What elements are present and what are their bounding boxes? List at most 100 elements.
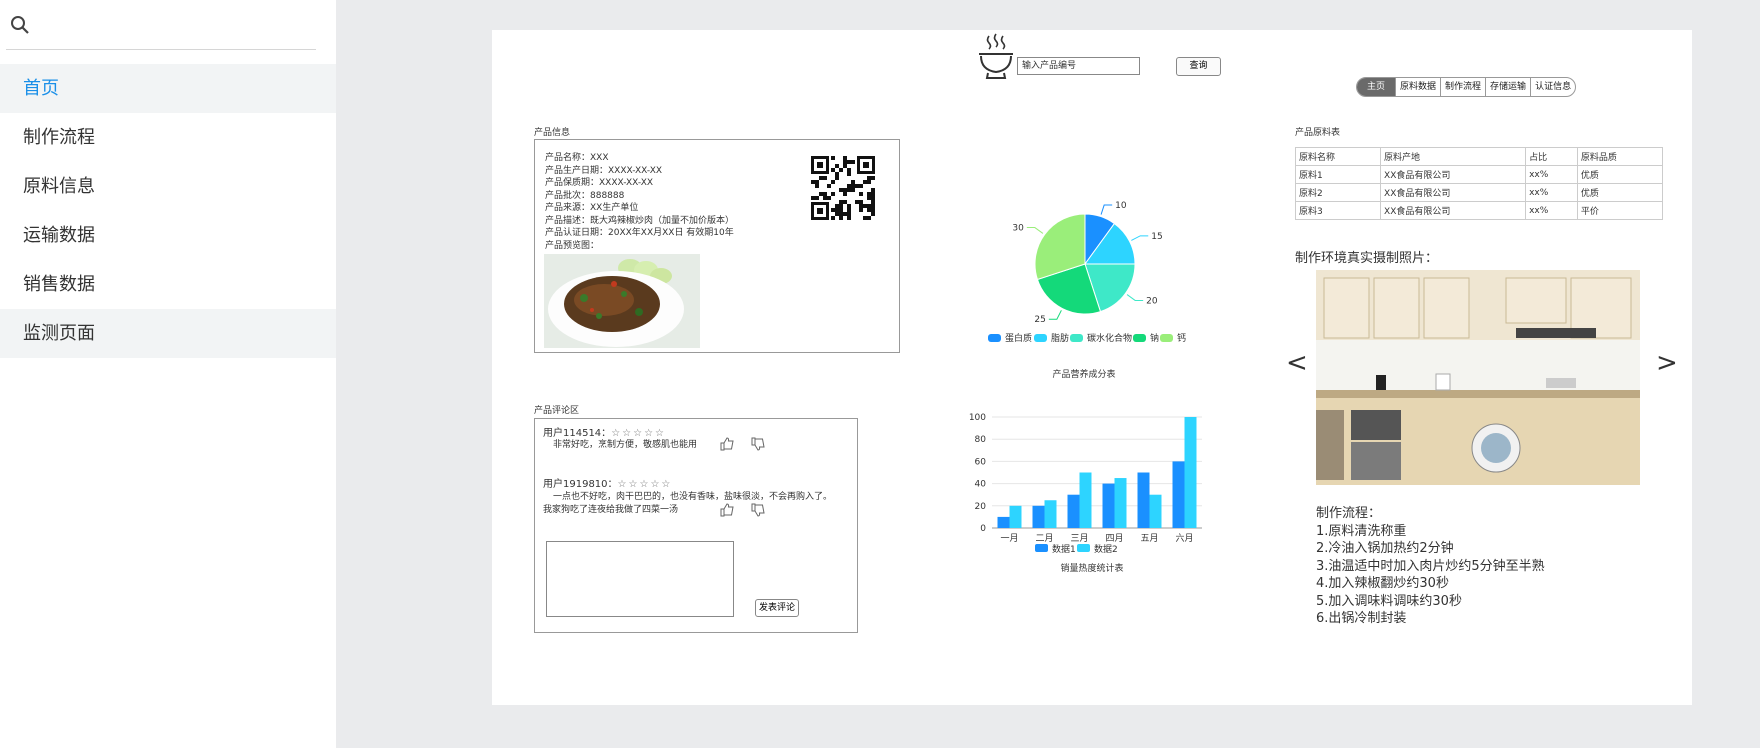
y-tick-label: 100: [969, 413, 986, 423]
legend-label[interactable]: 钠: [1150, 332, 1159, 344]
table-cell: 平价: [1576, 201, 1664, 220]
tab-process[interactable]: 制作流程: [1440, 78, 1485, 96]
comment-text-line: 我家狗吃了连夜给我做了四菜一汤: [543, 505, 679, 515]
bar[interactable]: [997, 516, 1010, 528]
nav-transport[interactable]: 运输数据: [0, 211, 336, 260]
product-info-lines: 产品名称：XXX 产品生产日期：XXXX-XX-XX 产品保质期：XXXX-XX…: [545, 152, 734, 252]
top-tabs: 主页 原料数据 制作流程 存储运输 认证信息: [1356, 77, 1577, 97]
table-cell: XX食品有限公司: [1380, 183, 1527, 202]
y-tick-label: 0: [980, 524, 986, 534]
y-tick-label: 80: [975, 435, 987, 445]
legend-swatch: [1034, 334, 1047, 342]
process-step: 4.加入辣椒翻炒约30秒: [1316, 576, 1449, 591]
tab-raw-data[interactable]: 原料数据: [1395, 78, 1440, 96]
nav-process[interactable]: 制作流程: [0, 113, 336, 162]
submit-comment-button[interactable]: 发表评论: [755, 599, 799, 617]
bar[interactable]: [1067, 494, 1080, 528]
tab-storage[interactable]: 存储运输: [1485, 78, 1530, 96]
legend-swatch: [1070, 334, 1083, 342]
table-header: 占比: [1525, 147, 1578, 166]
comment-text-1: 非常好吃，烹制方便，敬感肌也能用: [553, 440, 698, 450]
process-step: 6.出锅冷制封装: [1316, 611, 1407, 626]
y-tick-label: 60: [975, 457, 987, 467]
legend-swatch: [1160, 334, 1173, 342]
search-icon[interactable]: [10, 15, 30, 35]
bar[interactable]: [1009, 505, 1022, 528]
thumbs-up-icon[interactable]: [720, 503, 734, 517]
table-cell: 原料2: [1294, 183, 1382, 202]
sidebar: 首页 制作流程 原料信息 运输数据 销售数据 监测页面: [0, 0, 336, 748]
table-cell: 优质: [1576, 165, 1664, 184]
nav-monitor[interactable]: 监测页面: [0, 309, 336, 358]
bar[interactable]: [1079, 472, 1092, 529]
tab-certification[interactable]: 认证信息: [1530, 78, 1575, 96]
product-preview-label: 产品预览图：: [545, 240, 600, 251]
nav-raw-material[interactable]: 原料信息: [0, 162, 336, 211]
legend-swatch: [1035, 544, 1048, 552]
product-preview-image: [544, 254, 700, 348]
sidebar-search[interactable]: [0, 0, 336, 64]
table-cell: xx%: [1525, 201, 1578, 220]
thumbs-up-icon[interactable]: [720, 437, 734, 451]
comment-user-name: 用户1919810：: [543, 479, 618, 490]
bar[interactable]: [1184, 417, 1197, 528]
legend-label[interactable]: 碳水化合物: [1087, 332, 1132, 344]
carousel-next-button[interactable]: >: [1656, 348, 1678, 378]
table-header: 原料名称: [1294, 147, 1382, 166]
table-row: 原料3 XX食品有限公司 xx% 平价: [1294, 201, 1664, 220]
table-cell: xx%: [1525, 183, 1578, 202]
bar[interactable]: [1149, 494, 1162, 528]
nav-sales[interactable]: 销售数据: [0, 260, 336, 309]
product-source: 产品来源：XX生产单位: [545, 203, 639, 213]
rating-stars[interactable]: ☆☆☆☆☆: [618, 479, 673, 490]
legend-label[interactable]: 数据1: [1052, 543, 1076, 555]
pie-leader-line: [1100, 204, 1113, 215]
pie-leader-line: [1026, 227, 1044, 234]
rating-stars[interactable]: ☆☆☆☆☆: [611, 428, 666, 439]
raw-material-table: 原料名称 原料产地 占比 原料品质 原料1 XX食品有限公司 xx% 优质 原料2 XX食…: [1294, 147, 1664, 220]
legend-swatch: [988, 334, 1001, 342]
legend-label[interactable]: 数据2: [1094, 543, 1118, 555]
table-cell: 优质: [1576, 183, 1664, 202]
qr-code-icon: [811, 156, 875, 220]
bar[interactable]: [1032, 505, 1045, 528]
bar[interactable]: [1137, 472, 1150, 529]
raw-table-title: 产品原料表: [1295, 128, 1341, 138]
query-button[interactable]: 查询: [1176, 57, 1221, 76]
sales-bar-chart: 0 20 40 60 80 100 一月 二月 三月 四月 五月 六月数据1 数据2 销量热度统计表: [969, 413, 1202, 574]
table-cell: XX食品有限公司: [1380, 165, 1527, 184]
kitchen-photo: [1316, 270, 1640, 485]
bar[interactable]: [1172, 461, 1185, 528]
pie-leader-line: [1126, 294, 1144, 301]
legend-label[interactable]: 脂肪: [1051, 332, 1069, 344]
product-name: 产品名称：XXX: [545, 153, 609, 163]
process-step: 5.加入调味料调味约30秒: [1316, 593, 1462, 609]
comment-text-line: 一点也不好吃，肉干巴巴的，也没有香味，盐味很淡，不会再购入了。: [553, 492, 833, 502]
legend-label[interactable]: 钙: [1177, 332, 1186, 344]
product-production-date: 产品生产日期：XXXX-XX-XX: [545, 165, 663, 176]
search-underline: [6, 49, 316, 50]
comment-user-1: 用户114514：☆☆☆☆☆: [543, 424, 666, 439]
table-header: 原料产地: [1380, 147, 1527, 166]
product-info-box: 产品名称：XXX 产品生产日期：XXXX-XX-XX 产品保质期：XXXX-XX…: [534, 139, 900, 353]
bar[interactable]: [1114, 478, 1127, 528]
comment-textarea[interactable]: [546, 541, 734, 617]
bar[interactable]: [1044, 500, 1057, 528]
nutrition-pie-chart: 1015202530蛋白质 脂肪 碳水化合物钠钙产品营养成分表: [988, 201, 1186, 380]
comments-box: 用户114514：☆☆☆☆☆ 非常好吃，烹制方便，敬感肌也能用 用户191981…: [534, 418, 858, 633]
table-row: 原料2 XX食品有限公司 xx% 优质: [1294, 183, 1664, 202]
thumbs-down-icon[interactable]: [751, 503, 765, 517]
product-id-input[interactable]: 输入产品编号: [1017, 57, 1140, 75]
bar[interactable]: [1102, 483, 1115, 528]
tab-home[interactable]: 主页: [1357, 78, 1396, 96]
y-tick-label: 40: [975, 480, 987, 490]
pie-data-label: 30: [1012, 224, 1024, 234]
process-step: 3.油温适中时加入肉片炒约5分钟至半熟: [1316, 558, 1545, 574]
comment-user-name: 用户114514：: [543, 428, 612, 439]
carousel-prev-button[interactable]: <: [1286, 348, 1308, 378]
process-title: 制作流程：: [1316, 506, 1382, 521]
thumbs-down-icon[interactable]: [751, 437, 765, 451]
process-steps: 制作流程： 1.原料清洗称重 2.冷油入锅加热约2分钟 3.油温适中时加入肉片炒…: [1316, 505, 1545, 628]
legend-label[interactable]: 蛋白质: [1005, 332, 1032, 344]
nav-home[interactable]: 首页: [0, 64, 336, 113]
